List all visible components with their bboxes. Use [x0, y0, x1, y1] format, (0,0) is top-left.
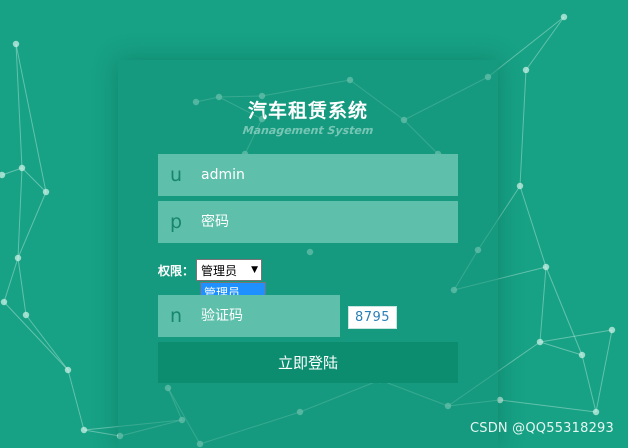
verify-code-input[interactable]: [201, 308, 321, 324]
triangle-down-icon: ▼: [251, 265, 259, 275]
network-line: [17, 191, 47, 259]
network-node: [560, 13, 568, 21]
network-line: [17, 257, 27, 316]
verify-code-prefix: n: [169, 305, 183, 327]
network-node: [592, 408, 600, 416]
watermark: CSDN @QQ55318293: [469, 421, 614, 436]
page-subtitle: Management System: [242, 124, 374, 137]
password-input[interactable]: [201, 214, 441, 230]
network-node: [12, 40, 20, 48]
captcha-image[interactable]: 8795: [348, 306, 397, 329]
network-line: [3, 301, 69, 371]
network-node: [522, 66, 530, 74]
network-line: [525, 16, 565, 71]
network-line: [595, 329, 613, 413]
network-line: [581, 354, 597, 413]
role-select[interactable]: 管理员 ▼: [196, 259, 263, 281]
network-node: [536, 338, 544, 346]
network-node: [80, 426, 88, 434]
network-node: [14, 254, 22, 262]
network-line: [83, 429, 121, 437]
page-title: 汽车租赁系统: [247, 100, 368, 122]
network-node: [22, 311, 30, 319]
password-field: p: [158, 201, 458, 243]
network-line: [539, 266, 547, 343]
network-line: [519, 69, 527, 187]
network-node: [18, 164, 26, 172]
network-line: [499, 399, 597, 413]
verify-code-field: n: [158, 295, 340, 337]
network-node: [0, 298, 8, 306]
network-node: [542, 263, 550, 271]
username-field: u: [158, 154, 458, 196]
network-node: [0, 171, 6, 179]
role-select-value: 管理员: [201, 263, 238, 278]
network-node: [578, 351, 586, 359]
network-line: [539, 341, 583, 356]
network-node: [42, 188, 50, 196]
network-line: [545, 266, 583, 356]
network-node: [516, 182, 524, 190]
network-line: [21, 167, 47, 193]
network-line: [17, 167, 23, 259]
username-prefix: u: [169, 164, 183, 186]
login-button[interactable]: 立即登陆: [158, 342, 458, 383]
network-line: [15, 43, 23, 169]
password-prefix: p: [169, 211, 183, 233]
username-input[interactable]: [201, 167, 441, 183]
network-line: [519, 185, 547, 268]
network-line: [25, 314, 69, 371]
role-label: 权限：: [158, 263, 195, 278]
network-node: [64, 366, 72, 374]
network-line: [3, 257, 19, 303]
role-row: 权限： 管理员 ▼: [158, 259, 263, 281]
network-node: [608, 326, 616, 334]
network-line: [67, 369, 85, 431]
